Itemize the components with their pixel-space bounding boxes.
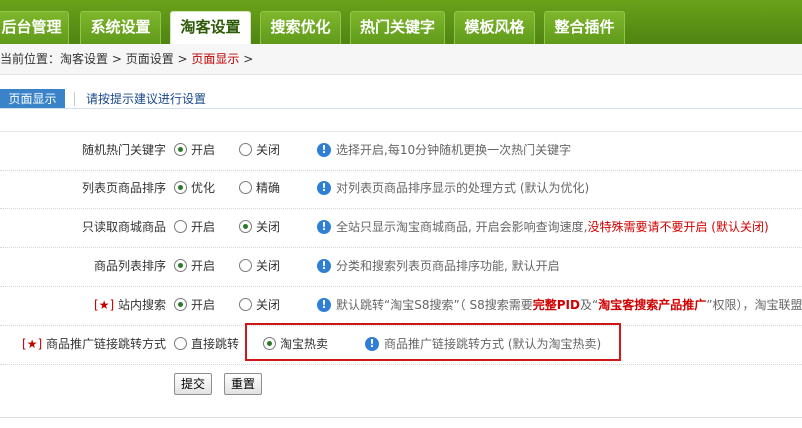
row-label: [★] 商品推广链接跳转方式 <box>22 325 166 364</box>
radio-unchecked-icon[interactable] <box>239 298 252 311</box>
breadcrumb-sep: > <box>108 52 126 66</box>
tab-seo[interactable]: 搜索优化 <box>260 11 341 44</box>
option-label: 优化 <box>191 181 216 195</box>
row-info: ! 对列表页商品排序显示的处理方式 (默认为优化) <box>317 169 589 208</box>
radio-unchecked-icon[interactable] <box>239 259 252 272</box>
breadcrumb: 当前位置：淘客设置 > 页面设置 > 页面显示 > <box>0 44 802 75</box>
radio-checked-icon[interactable] <box>174 181 187 194</box>
required-star: [★] <box>22 337 43 351</box>
radio-option-direct[interactable]: 直接跳转 <box>174 325 239 364</box>
submit-button[interactable]: 提交 <box>174 373 213 395</box>
option-label: 关闭 <box>256 220 281 234</box>
tab-plugins[interactable]: 整合插件 <box>544 11 625 44</box>
row-label: [★] 站内搜索 <box>94 286 166 325</box>
info-icon: ! <box>317 180 331 195</box>
breadcrumb-sep: > <box>173 52 192 66</box>
row-label-text: 商品推广链接跳转方式 <box>45 337 166 351</box>
radio-option-off[interactable]: 关闭 <box>239 131 280 170</box>
row-info: ! 选择开启,每10分钟随机更换一次热门关键字 <box>317 131 571 170</box>
info-text: 及“ <box>580 298 599 312</box>
divider <box>74 92 75 106</box>
info-icon: ! <box>317 142 331 157</box>
row-label: 只读取商城商品 <box>81 220 166 234</box>
subtab-page-display[interactable]: 页面显示 <box>0 89 65 109</box>
breadcrumb-item-taoke[interactable]: 淘客设置 <box>60 52 108 66</box>
radio-option-on[interactable]: 开启 <box>174 208 215 247</box>
info-text: 选择开启,每10分钟随机更换一次热门关键字 <box>336 143 572 157</box>
option-label: 关闭 <box>256 143 281 157</box>
radio-option-off[interactable]: 关闭 <box>239 247 280 286</box>
option-label: 开启 <box>191 259 216 273</box>
tab-system-settings[interactable]: 系统设置 <box>80 11 161 44</box>
option-label: 开启 <box>191 220 216 234</box>
info-highlight-text: 完整PID <box>532 298 580 312</box>
radio-unchecked-icon[interactable] <box>174 220 187 233</box>
info-text: ”权限），淘宝联盟 <box>706 298 802 312</box>
row-info: ! 默认跳转“淘宝S8搜索”（ S8搜索需要完整PID及“淘宝客搜索产品推广”权限… <box>317 286 802 325</box>
option-label: 关闭 <box>256 298 281 312</box>
option-label: 关闭 <box>256 259 281 273</box>
setting-row-list-sort: 列表页商品排序 优化 精确 ! 对列表页商品排序显示的处理方式 (默认为优化) <box>0 169 802 209</box>
settings-hint: 请按提示建议进行设置 <box>86 92 207 106</box>
radio-option-off[interactable]: 关闭 <box>239 286 280 325</box>
breadcrumb-item-current: 页面显示 <box>191 52 240 66</box>
option-label: 直接跳转 <box>191 337 240 351</box>
info-warning-text: 没特殊需要请不要开启 (默认关闭) <box>587 220 769 234</box>
radio-unchecked-icon[interactable] <box>239 181 252 194</box>
row-label: 商品列表排序 <box>93 259 166 273</box>
radio-checked-icon[interactable] <box>239 220 252 233</box>
radio-checked-icon[interactable] <box>174 259 187 272</box>
info-icon: ! <box>317 297 331 312</box>
tab-taoke-settings[interactable]: 淘客设置 <box>170 11 251 44</box>
info-highlight-text: 淘宝客搜索产品推广 <box>598 298 707 312</box>
breadcrumb-item-page-settings[interactable]: 页面设置 <box>126 52 174 66</box>
option-label: 精确 <box>256 181 281 195</box>
radio-option-optimize[interactable]: 优化 <box>174 169 215 208</box>
info-icon: ! <box>317 219 331 234</box>
radio-option-on[interactable]: 开启 <box>174 131 215 170</box>
info-text: 分类和搜索列表页商品排序功能, 默认开启 <box>336 259 560 273</box>
row-label: 随机热门关键字 <box>81 143 166 157</box>
highlight-box <box>245 323 621 361</box>
radio-option-on[interactable]: 开启 <box>174 286 215 325</box>
row-info: ! 分类和搜索列表页商品排序功能, 默认开启 <box>317 247 560 286</box>
row-info: ! 全站只显示淘宝商城商品, 开启会影响查询速度,没特殊需要请不要开启 (默认关闭… <box>317 208 769 247</box>
tab-admin[interactable]: 后台管理 <box>0 11 69 44</box>
divider <box>0 417 802 418</box>
info-text: 全站只显示淘宝商城商品, 开启会影响查询速度, <box>336 220 588 234</box>
breadcrumb-prefix: 当前位置： <box>0 52 61 66</box>
radio-checked-icon[interactable] <box>174 298 187 311</box>
setting-row-product-list-sort: 商品列表排序 开启 关闭 ! 分类和搜索列表页商品排序功能, 默认开启 <box>0 247 802 287</box>
radio-checked-icon[interactable] <box>174 143 187 156</box>
required-star: [★] <box>94 298 115 312</box>
setting-row-site-search: [★] 站内搜索 开启 关闭 ! 默认跳转“淘宝S8搜索”（ S8搜索需要完整PI… <box>0 286 802 326</box>
reset-button[interactable]: 重置 <box>224 373 263 395</box>
divider <box>0 108 802 109</box>
info-icon: ! <box>317 258 331 273</box>
row-label: 列表页商品排序 <box>81 181 166 195</box>
setting-row-random-hot-keywords: 随机热门关键字 开启 关闭 ! 选择开启,每10分钟随机更换一次热门关键字 <box>0 131 802 171</box>
radio-option-exact[interactable]: 精确 <box>239 169 280 208</box>
option-label: 开启 <box>191 143 216 157</box>
tab-template-style[interactable]: 模板风格 <box>454 11 535 44</box>
radio-option-off[interactable]: 关闭 <box>239 208 280 247</box>
info-text: 对列表页商品排序显示的处理方式 (默认为优化) <box>336 181 590 195</box>
setting-row-mall-only: 只读取商城商品 开启 关闭 ! 全站只显示淘宝商城商品, 开启会影响查询速度,没特… <box>0 208 802 248</box>
row-label-text: 站内搜索 <box>117 298 166 312</box>
tab-hot-keywords[interactable]: 热门关键字 <box>350 11 445 44</box>
top-nav-bar: 后台管理 系统设置 淘客设置 搜索优化 热门关键字 模板风格 整合插件 <box>0 0 802 44</box>
option-label: 开启 <box>191 298 216 312</box>
radio-option-on[interactable]: 开启 <box>174 247 215 286</box>
radio-unchecked-icon[interactable] <box>239 143 252 156</box>
radio-unchecked-icon[interactable] <box>174 337 187 350</box>
info-text: 默认跳转“淘宝S8搜索”（ S8搜索需要 <box>336 298 533 312</box>
breadcrumb-trail: > <box>239 52 254 66</box>
